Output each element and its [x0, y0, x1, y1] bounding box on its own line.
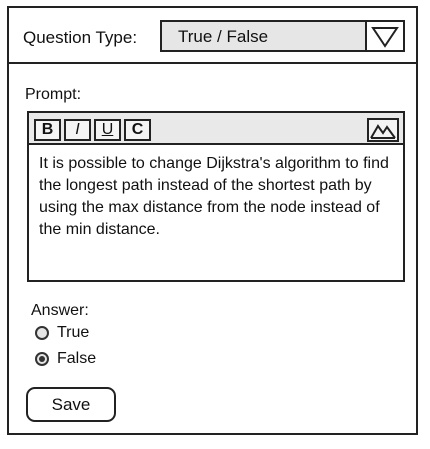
triangle-down-icon	[371, 27, 399, 48]
radio-true[interactable]	[35, 326, 49, 340]
prompt-editor: B I U C It is possible to change Dijkstr…	[27, 111, 405, 282]
question-type-value: True / False	[178, 27, 269, 46]
radio-true-label: True	[57, 324, 90, 341]
answer-option-false[interactable]: False	[35, 350, 96, 368]
image-icon	[370, 124, 396, 139]
bold-button[interactable]: B	[34, 119, 61, 141]
underline-button[interactable]: U	[94, 119, 121, 141]
editor-toolbar: B I U C	[29, 113, 403, 145]
answer-option-true[interactable]: True	[35, 324, 89, 342]
question-type-header: Question Type: True / False	[9, 8, 416, 64]
radio-false[interactable]	[35, 352, 49, 366]
code-button[interactable]: C	[124, 119, 151, 141]
italic-button[interactable]: I	[64, 119, 91, 141]
radio-false-label: False	[57, 350, 97, 367]
question-type-select[interactable]: True / False	[160, 20, 405, 52]
answer-label: Answer:	[31, 302, 89, 319]
save-button[interactable]: Save	[26, 387, 116, 422]
question-type-label: Question Type:	[23, 28, 138, 47]
prompt-label: Prompt:	[25, 86, 82, 103]
question-editor-panel: Question Type: True / False Prompt: B I …	[7, 6, 418, 435]
prompt-text-area[interactable]: It is possible to change Dijkstra's algo…	[39, 153, 399, 241]
dropdown-button[interactable]	[365, 22, 403, 50]
insert-image-button[interactable]	[367, 118, 399, 142]
